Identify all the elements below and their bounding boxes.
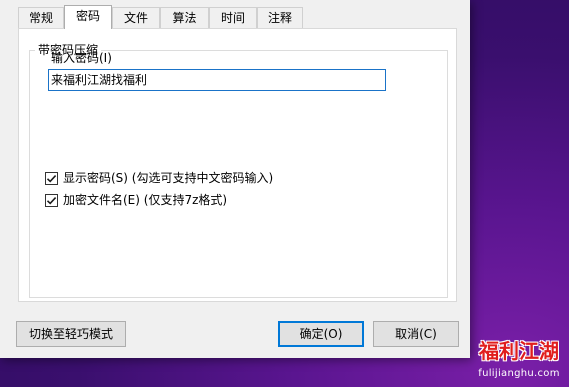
- show-password-checkbox[interactable]: [45, 172, 58, 185]
- show-password-label: 显示密码(S) (勾选可支持中文密码输入): [63, 171, 274, 185]
- cancel-button[interactable]: 取消(C): [373, 321, 459, 347]
- watermark-logo: 福利江湖 fulijianghu.com: [469, 338, 569, 387]
- encrypt-filenames-checkbox[interactable]: [45, 194, 58, 207]
- watermark-title: 福利江湖: [479, 339, 559, 363]
- encrypt-filenames-label: 加密文件名(E) (仅支持7z格式): [63, 193, 228, 207]
- tab-general[interactable]: 常规: [18, 7, 64, 28]
- password-input[interactable]: 来福利江湖找福利: [48, 69, 386, 91]
- checkmark-icon: [46, 175, 57, 183]
- switch-mode-button[interactable]: 切换至轻巧模式: [16, 321, 126, 347]
- password-label: 输入密码(I): [51, 51, 112, 65]
- tab-files[interactable]: 文件: [112, 7, 160, 28]
- tab-time[interactable]: 时间: [209, 7, 257, 28]
- ok-button[interactable]: 确定(O): [278, 321, 364, 347]
- checkmark-icon: [46, 197, 57, 205]
- tab-comment[interactable]: 注释: [257, 7, 303, 28]
- tab-password[interactable]: 密码: [64, 5, 112, 29]
- tab-algorithm[interactable]: 算法: [160, 7, 209, 28]
- compression-settings-dialog: 常规 密码 文件 算法 时间 注释 带密码压缩 输入密码(I) 来福利江湖找福利…: [0, 0, 470, 358]
- watermark-url: fulijianghu.com: [478, 368, 560, 379]
